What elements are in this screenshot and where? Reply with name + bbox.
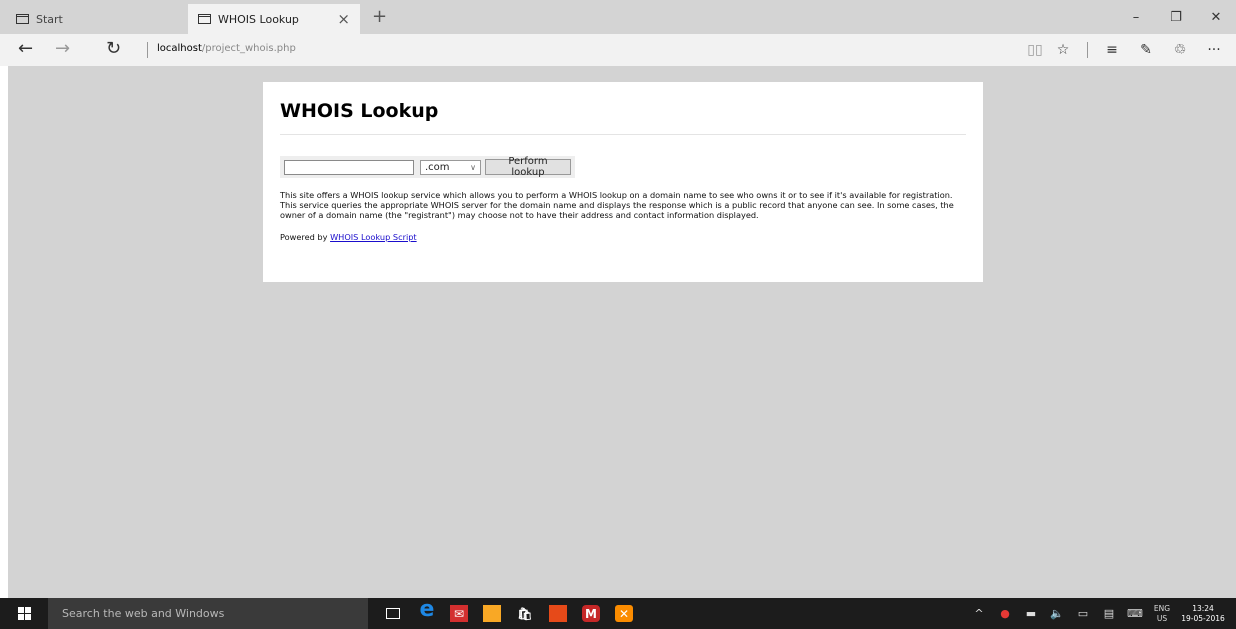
perform-lookup-button[interactable]: Perform lookup [484,156,571,178]
mail-icon[interactable]: ✉ [450,605,468,622]
language-indicator[interactable]: ENG US [1148,604,1176,624]
powered-by: Powered by WHOIS Lookup Script [280,232,966,242]
forward-button[interactable]: → [55,38,70,59]
edge-icon[interactable]: e [418,597,436,622]
taskbar-search[interactable]: Search the web and Windows [48,598,368,629]
browser-toolbar: ▯▯ ☆ ≡ ✎ ♲ ··· [1021,38,1228,62]
file-explorer-icon[interactable] [483,605,501,622]
language-code: ENG [1153,603,1171,613]
clock-date: 19-05-2016 [1181,613,1225,623]
minimize-button[interactable]: – [1116,0,1156,34]
new-tab-button[interactable]: + [372,6,387,27]
url-host: localhost [157,43,202,54]
tab-label: WHOIS Lookup [218,12,299,26]
url-path: /project_whois.php [201,43,296,54]
back-button[interactable]: ← [18,38,33,59]
address-divider [147,42,148,58]
lookup-form: .com ∨ Perform lookup [280,156,575,178]
tld-selected-value: .com [425,161,450,173]
system-tray: ^ ● ▬ 🔈 ▭ ▤ ⌨ ENG US 13:24 19-05-2016 [966,598,1236,629]
mcafee-tray-icon[interactable]: ● [992,607,1018,620]
description-text: This site offers a WHOIS lookup service … [280,190,954,221]
reading-view-icon[interactable]: ▯▯ [1021,42,1049,58]
windows-logo-icon [17,607,31,620]
notifications-icon[interactable]: ▤ [1096,607,1122,620]
toolbar-separator [1087,42,1088,58]
domain-input[interactable] [284,159,414,175]
tab-page-icon [16,14,29,24]
share-icon[interactable]: ♲ [1166,42,1194,58]
page-title: WHOIS Lookup [280,100,439,122]
restore-button[interactable]: ❐ [1156,0,1196,34]
taskbar: Search the web and Windows e ✉ 🛍 M ✕ ^ ●… [0,597,1236,629]
tab-whois-lookup[interactable]: WHOIS Lookup × [188,4,360,34]
chevron-down-icon: ∨ [470,162,476,172]
region-code: US [1156,613,1168,623]
search-placeholder: Search the web and Windows [62,607,225,620]
task-view-icon[interactable] [386,608,400,619]
close-window-button[interactable]: ✕ [1196,0,1236,34]
mcafee-icon[interactable]: M [582,605,600,622]
window-controls: – ❐ ✕ [1116,0,1236,34]
tld-select[interactable]: .com ∨ [420,159,481,175]
close-tab-icon[interactable]: × [337,10,350,28]
url-field[interactable]: localhost/project_whois.php [157,43,296,54]
title-divider [280,134,966,135]
more-icon[interactable]: ··· [1200,42,1228,58]
powered-by-prefix: Powered by [280,231,331,242]
tab-page-icon [198,14,211,24]
address-bar: ← → ↻ localhost/project_whois.php ▯▯ ☆ ≡… [0,34,1236,66]
clock[interactable]: 13:24 19-05-2016 [1176,604,1236,624]
tab-start[interactable]: Start [6,4,186,34]
xampp-icon[interactable]: ✕ [615,605,633,622]
tab-bar: Start WHOIS Lookup × + – ❐ ✕ [0,0,1236,34]
whois-script-link[interactable]: WHOIS Lookup Script [330,232,417,242]
acrobat-icon[interactable] [549,605,567,622]
web-note-icon[interactable]: ✎ [1132,42,1160,58]
tab-label: Start [36,12,63,26]
whois-card: WHOIS Lookup .com ∨ Perform lookup This … [263,82,983,282]
page-viewport: WHOIS Lookup .com ∨ Perform lookup This … [8,66,1236,598]
chevron-up-icon[interactable]: ^ [966,607,992,620]
clock-time: 13:24 [1192,603,1214,613]
start-button[interactable] [0,598,48,629]
hub-icon[interactable]: ≡ [1098,42,1126,58]
network-icon[interactable]: ▭ [1070,607,1096,620]
keyboard-icon[interactable]: ⌨ [1122,607,1148,620]
refresh-button[interactable]: ↻ [106,38,121,59]
screen: Start WHOIS Lookup × + – ❐ ✕ ← → ↻ local… [0,0,1236,629]
store-icon[interactable]: 🛍 [516,605,534,622]
volume-icon[interactable]: 🔈 [1044,607,1070,620]
favorite-star-icon[interactable]: ☆ [1049,42,1077,58]
battery-icon[interactable]: ▬ [1018,607,1044,620]
